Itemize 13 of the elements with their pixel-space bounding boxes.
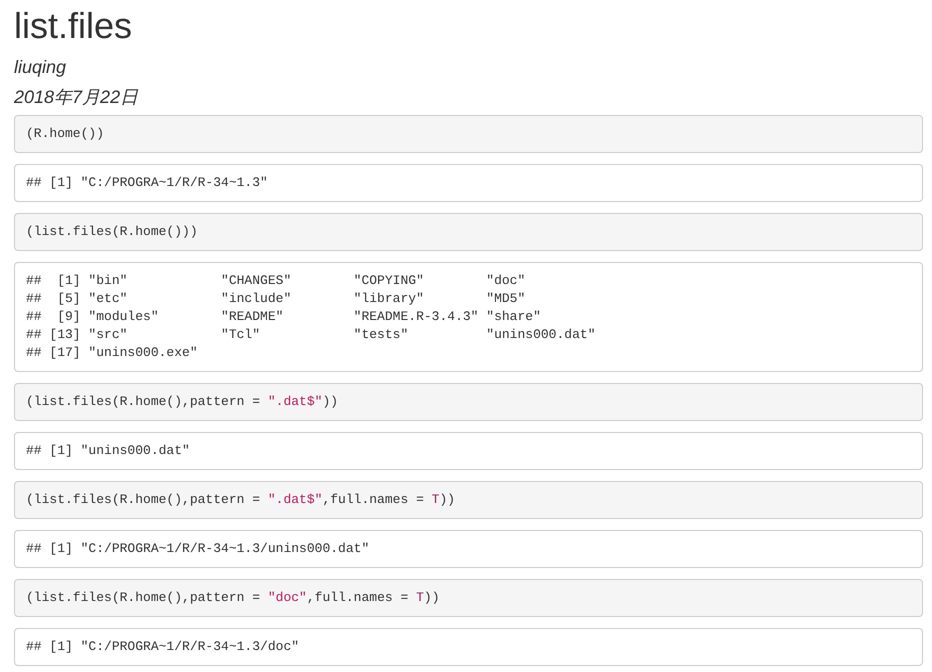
code-block: (list.files(R.home())): [14, 213, 923, 251]
output-block: ## [1] "C:/PROGRA~1/R/R-34~1.3": [14, 164, 923, 202]
code-block: (list.files(R.home(),pattern = ".dat$")): [14, 383, 923, 421]
output-block: ## [1] "C:/PROGRA~1/R/R-34~1.3/unins000.dat": [14, 530, 923, 568]
output-block: ## [1] "unins000.dat": [14, 432, 923, 470]
output-block: ## [1] "bin" "CHANGES" "COPYING" "doc" ## [5] "etc" "include" "library" "MD5" ## [9] "modules" "README" "README.R-3.4.3" "share" ## [13] "src" "Tcl" "tests" "unins000.dat" ## [17] "unins000.exe": [14, 262, 923, 372]
code-block: (R.home()): [14, 115, 923, 153]
code-block: (list.files(R.home(),pattern = ".dat$",full.names = T)): [14, 481, 923, 519]
document-title: list.files: [14, 4, 134, 46]
code-block: (list.files(R.home(),pattern = "doc",full.names = T)): [14, 579, 923, 617]
author-name: liuqing: [14, 57, 68, 77]
document-date: 2018年7月22日: [14, 87, 140, 107]
output-block: ## [1] "C:/PROGRA~1/R/R-34~1.3/doc": [14, 628, 923, 666]
